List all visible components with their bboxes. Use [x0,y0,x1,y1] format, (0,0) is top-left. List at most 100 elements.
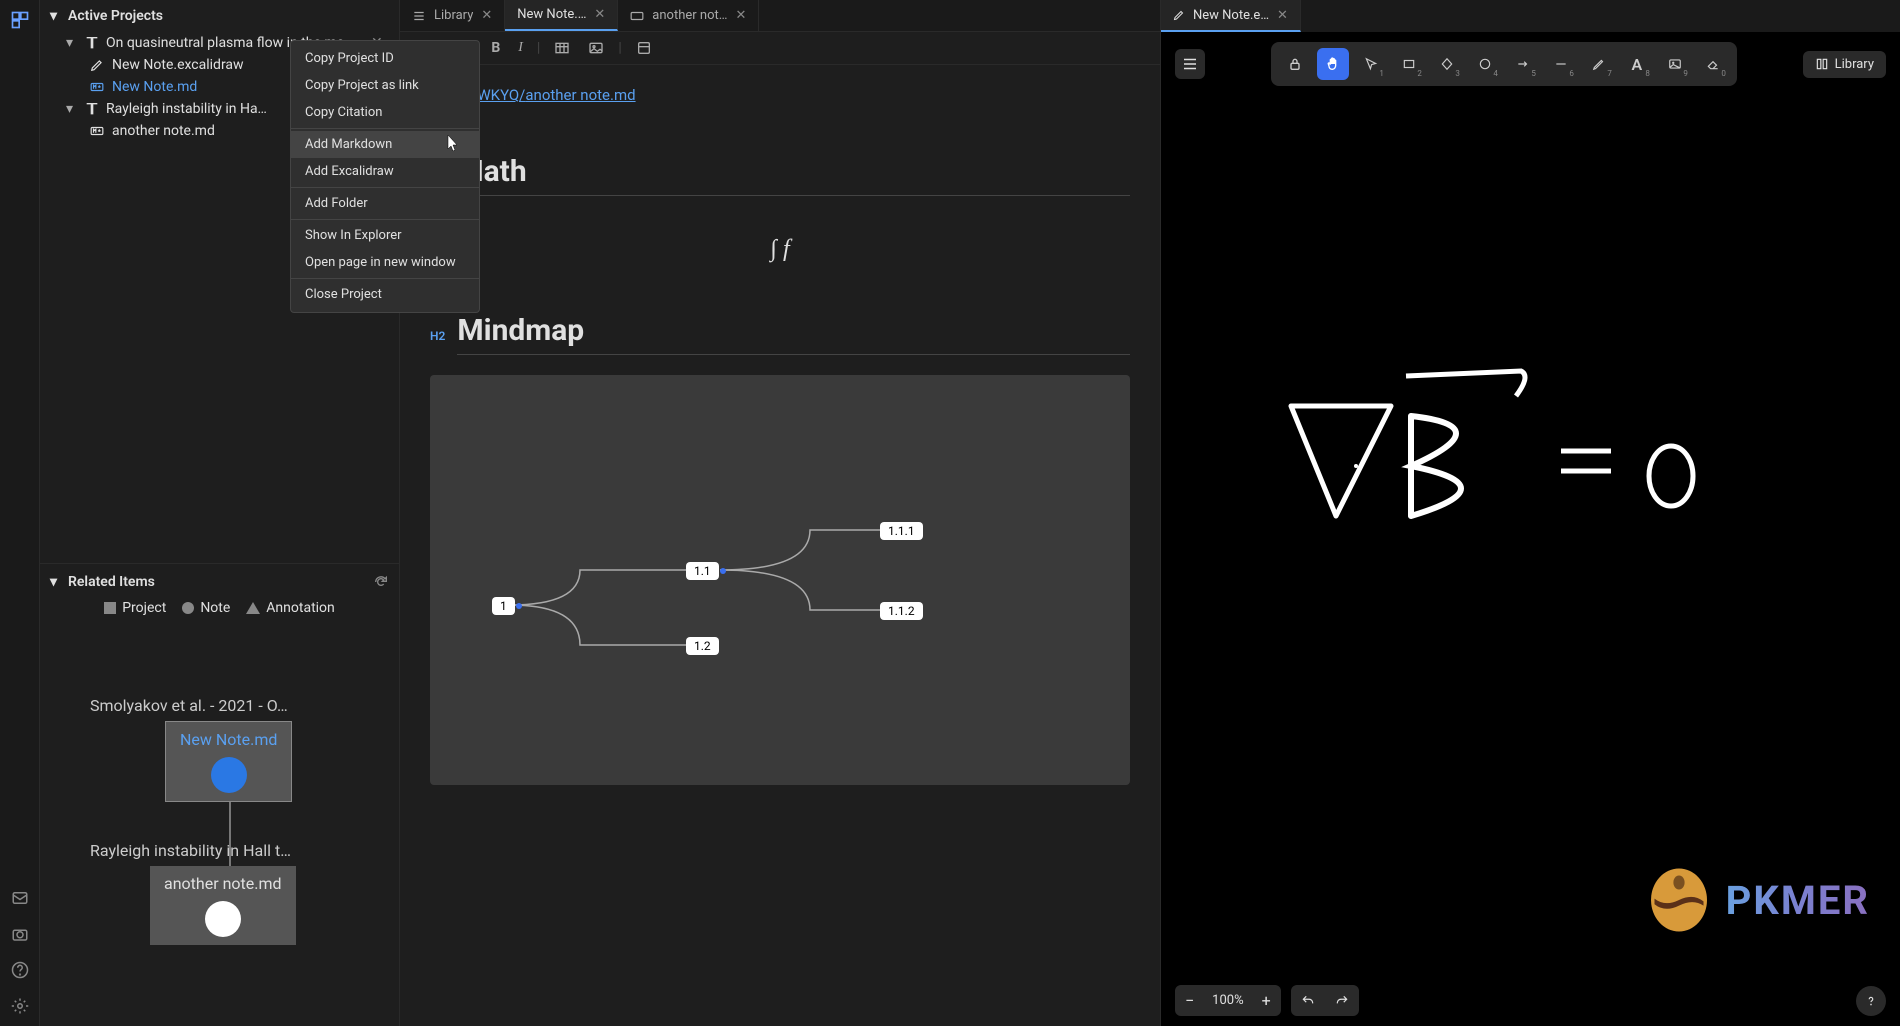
h2-math[interactable]: Math [457,154,1130,196]
mindmap-node-111[interactable]: 1.1.1 [880,522,923,540]
h2-marker: H2 [430,329,445,343]
graph-node2-title: Rayleigh instability in Hall t… [90,841,291,860]
camera-icon[interactable] [8,922,32,946]
markdown-icon [90,80,106,94]
ctx-copy-project-link[interactable]: Copy Project as link [291,72,479,99]
graph-node2-label: another note.md [164,874,282,893]
legend-note: Note [182,600,230,616]
legend-annotation: Annotation [246,600,334,616]
h2-mindmap[interactable]: Mindmap [457,313,1130,355]
mindmap-node-112[interactable]: 1.1.2 [880,602,923,620]
tab-label: Library [434,8,473,23]
settings-icon[interactable] [8,994,32,1018]
hamburger-icon[interactable] [1175,49,1205,79]
close-icon[interactable]: ✕ [481,8,492,23]
mindmap-node-root[interactable]: 1 [492,597,515,615]
mindmap-dot-icon [516,603,522,609]
hand-icon[interactable] [1317,48,1349,80]
book-icon [84,35,100,51]
tab-label: New Note.… [517,7,586,22]
ctx-copy-project-id[interactable]: Copy Project ID [291,45,479,72]
mindmap-node-12[interactable]: 1.2 [686,637,719,655]
chevron-down-icon: ▾ [66,35,78,51]
graph-node1-title: Smolyakov et al. - 2021 - O… [90,696,288,715]
italic-button[interactable]: I [514,38,527,58]
tab-library[interactable]: Library ✕ [400,0,505,31]
graph-node1[interactable]: New Note.md [165,721,292,802]
mindmap-dot-icon [720,568,726,574]
active-projects-header[interactable]: ▾ Active Projects [40,0,399,32]
line-icon[interactable]: 6 [1545,48,1577,80]
diamond-icon[interactable]: 3 [1431,48,1463,80]
tab-new-note[interactable]: New Note.… ✕ [505,0,618,31]
help-icon[interactable] [8,958,32,982]
related-items-label: Related Items [68,574,155,590]
undo-button[interactable] [1291,988,1325,1014]
node-circle-icon [205,901,241,937]
project-title: Rayleigh instability in Ha… [106,101,267,117]
mindmap-node-11[interactable]: 1.1 [686,562,719,580]
table-icon[interactable] [550,38,574,58]
library-label: Library [1835,57,1874,72]
chevron-down-icon: ▾ [50,8,62,24]
text-icon[interactable]: A 8 [1621,48,1653,80]
ctx-show-in-explorer[interactable]: Show In Explorer [291,222,479,249]
breadcrumb: PQ5N7WKYQ/another note.md [430,85,1130,104]
watermark-logo: PKMER [1644,865,1870,935]
ellipse-icon[interactable]: 4 [1469,48,1501,80]
node-circle-icon [211,757,247,793]
pointer-icon[interactable]: 1 [1355,48,1387,80]
bold-button[interactable]: B [487,38,504,58]
pen-icon [1173,9,1185,21]
close-icon[interactable]: ✕ [594,7,605,22]
block-icon[interactable] [632,38,656,58]
chevron-down-icon: ▾ [66,101,78,117]
tab-label: New Note.e… [1193,8,1269,23]
pencil-icon[interactable]: 7 [1583,48,1615,80]
close-icon[interactable]: ✕ [1277,8,1288,23]
ctx-open-new-window[interactable]: Open page in new window [291,249,479,276]
arrow-icon[interactable]: 5 [1507,48,1539,80]
cursor-icon [445,133,461,149]
insert-image-icon[interactable]: 9 [1659,48,1691,80]
chevron-down-icon: ▾ [50,574,62,590]
zoom-out-button[interactable]: − [1175,985,1204,1016]
tab-excalidraw[interactable]: New Note.e… ✕ [1161,0,1301,32]
file-label: another note.md [112,123,215,139]
image-icon[interactable] [584,38,608,58]
zoom-label[interactable]: 100% [1204,993,1251,1008]
stack-icon [412,9,426,23]
legend-project: Project [104,600,166,616]
rectangle-icon[interactable]: 2 [1393,48,1425,80]
tab-another-note[interactable]: another not… ✕ [618,0,759,31]
library-button[interactable]: Library [1803,51,1886,78]
project-context-menu: Copy Project ID Copy Project as link Cop… [290,40,480,313]
refresh-icon[interactable] [373,574,389,590]
excalidraw-canvas[interactable]: PKMER [1161,96,1900,975]
active-projects-label: Active Projects [68,8,163,24]
file-label: New Note.md [112,79,197,95]
redo-button[interactable] [1325,988,1359,1014]
ctx-add-excalidraw[interactable]: Add Excalidraw [291,158,479,185]
pen-icon [90,58,106,72]
help-button[interactable] [1856,986,1886,1016]
ctx-copy-citation[interactable]: Copy Citation [291,99,479,126]
ctx-add-folder[interactable]: Add Folder [291,190,479,217]
eraser-icon[interactable]: 0 [1697,48,1729,80]
markdown-icon [90,124,106,138]
tab-label: another not… [652,8,727,23]
close-icon[interactable]: ✕ [735,8,746,23]
graph-node1-label: New Note.md [180,730,277,749]
zoom-in-button[interactable]: + [1252,985,1281,1016]
markdown-icon [630,9,644,23]
app-icon[interactable] [8,8,32,32]
file-label: New Note.excalidraw [112,57,244,73]
lock-icon[interactable] [1279,48,1311,80]
ctx-close-project[interactable]: Close Project [291,281,479,308]
book-icon [84,101,100,117]
math-block[interactable]: ∫ f [430,236,1130,263]
graph-node2[interactable]: another note.md [150,866,296,945]
mindmap-canvas[interactable]: 1 1.1 1.2 1.1.1 1.1.2 [430,375,1130,785]
related-items-header[interactable]: ▾ Related Items [50,574,389,590]
inbox-icon[interactable] [8,886,32,910]
